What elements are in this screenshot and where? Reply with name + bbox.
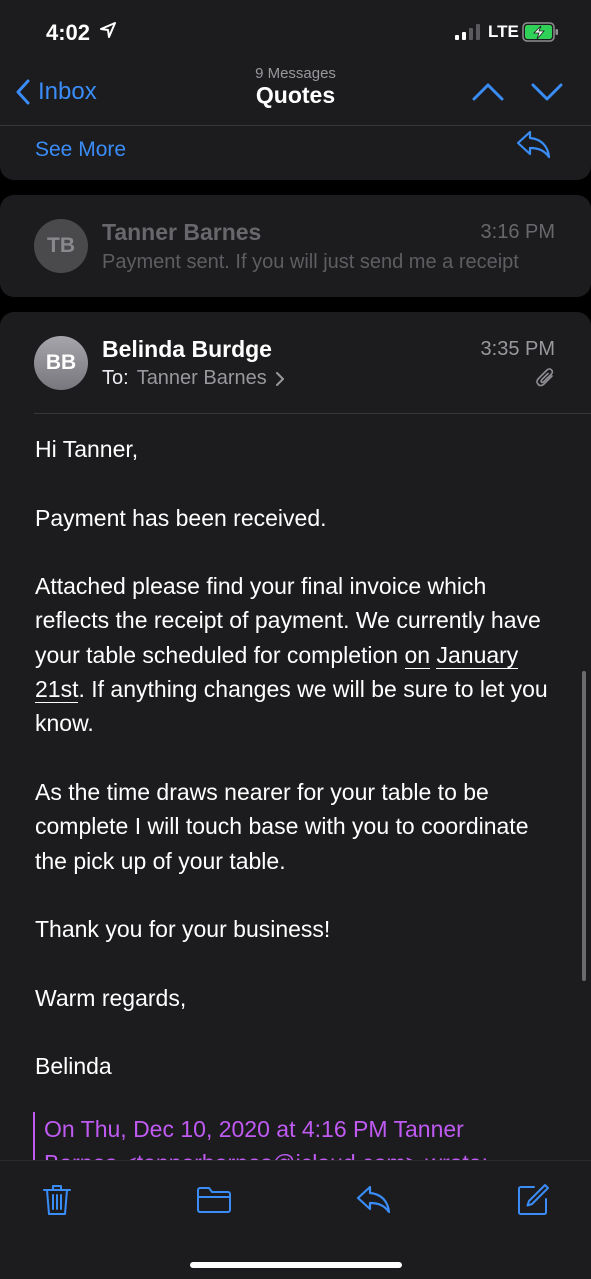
see-more-link[interactable]: See More (35, 138, 126, 162)
status-bar: 4:02 LTE (0, 0, 591, 60)
status-time: 4:02 (46, 20, 91, 45)
quoted-message: On Thu, Dec 10, 2020 at 4:16 PM Tanner B… (33, 1112, 573, 1160)
header-divider (34, 413, 591, 414)
message-count: 9 Messages (255, 65, 336, 82)
message-body: Hi Tanner, Payment has been received. At… (35, 432, 555, 1118)
folder-icon[interactable] (196, 1186, 232, 1214)
reply-icon[interactable] (516, 130, 552, 160)
previous-message-chevron-up-icon[interactable] (472, 82, 504, 102)
message-thread: See More TB Tanner Barnes 3:16 PM Paymen… (0, 126, 591, 1160)
reply-icon[interactable] (356, 1185, 392, 1215)
avatar: TB (34, 219, 88, 273)
signature: Belinda (35, 1053, 112, 1080)
body-text-segment: . If anything changes we will be sure to… (35, 676, 548, 737)
trash-icon[interactable] (42, 1183, 72, 1217)
navigation-bar: Inbox 9 Messages Quotes (0, 60, 591, 126)
collapsed-message-card[interactable]: TB Tanner Barnes 3:16 PM Payment sent. I… (0, 195, 591, 297)
battery-charging-icon (522, 22, 558, 42)
message-time: 3:35 PM (480, 338, 555, 360)
home-indicator[interactable] (190, 1262, 402, 1268)
body-paragraph: As the time draws nearer for your table … (35, 778, 529, 874)
location-arrow-icon (100, 22, 116, 38)
message-time: 3:16 PM (480, 221, 555, 243)
next-message-chevron-down-icon[interactable] (531, 82, 563, 102)
body-paragraph: Payment has been received. (35, 504, 327, 531)
recipient-name[interactable]: Tanner Barnes (137, 367, 267, 390)
expanded-message-card: BB Belinda Burdge To: Tanner Barnes 3:35… (0, 312, 591, 1160)
previous-message-card: See More (0, 126, 591, 180)
compose-icon[interactable] (516, 1183, 550, 1217)
to-label: To: (102, 367, 129, 389)
sender-name: Belinda Burdge (102, 336, 272, 362)
date-link[interactable]: on (404, 641, 431, 669)
chevron-right-icon (275, 371, 284, 386)
quote-header: On Thu, Dec 10, 2020 at 4:16 PM Tanner (44, 1116, 464, 1142)
attachment-paperclip-icon (536, 368, 554, 387)
body-paragraph: Attached please find your final invoice … (35, 569, 555, 740)
scrollbar[interactable] (582, 671, 586, 981)
body-paragraph: Thank you for your business! (35, 916, 331, 943)
quote-header: Barnes <tannerbarnes@icloud.com> wrote: (44, 1146, 573, 1160)
recipient-line: To: Tanner Barnes (102, 367, 285, 390)
network-type: LTE (488, 22, 519, 41)
sender-name: Tanner Barnes (102, 219, 262, 245)
signal-strength-icon (455, 24, 480, 40)
greeting: Hi Tanner, (35, 436, 139, 462)
avatar: BB (34, 336, 88, 390)
body-paragraph: Warm regards, (35, 984, 187, 1011)
message-preview: Payment sent. If you will just send me a… (102, 251, 519, 273)
